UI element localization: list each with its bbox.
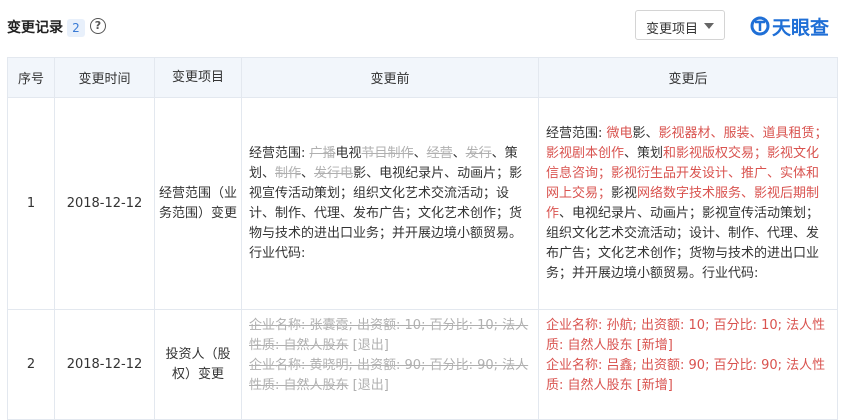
column-header-time: 变更时间 (54, 57, 155, 98)
unchanged-text: 、策划 (624, 145, 664, 161)
added-text: 企业名称: 吕鑫; 出资额: 90; 百分比: 90; 法人性质: 自然人股东 … (546, 358, 826, 393)
unchanged-text: 、 (413, 145, 427, 161)
unchanged-text: 影视 (611, 185, 638, 201)
row-item: 经营范围（业务范围）变更 (154, 97, 242, 310)
removed-text: 制作 (275, 165, 302, 181)
row-item-text: 投资人（股权）变更 (165, 346, 231, 382)
section-title: 变更记录 (7, 20, 63, 36)
after-content: 经营范围: 微电影、影视器材、服装、道具租赁；影视剧本创作、策划和影视版权交易；… (539, 118, 837, 290)
row-seq: 1 (7, 97, 55, 310)
column-header-before: 变更前 (241, 57, 539, 98)
unchanged-text: 电视 (335, 145, 362, 161)
after-content: 企业名称: 孙航; 出资额: 10; 百分比: 10; 法人性质: 自然人股东 … (539, 310, 837, 402)
removed-text: 节目制作 (361, 145, 414, 161)
unchanged-text: 经营范围: (546, 125, 607, 141)
row-after: 企业名称: 孙航; 出资额: 10; 百分比: 10; 法人性质: 自然人股东 … (538, 309, 838, 420)
column-header-seq: 序号 (7, 57, 55, 98)
removed-text: 经营 (426, 145, 453, 161)
removed-text: [退出] (348, 338, 389, 353)
change-records-table: 序号 变更时间 变更项目 变更前 变更后 1 2018-12-12 经营范围（业… (7, 57, 838, 420)
row-time: 2018-12-12 (54, 97, 155, 310)
unchanged-text: 影、 (632, 125, 659, 141)
removed-text: [退出] (348, 378, 389, 393)
unchanged-text: 、 (452, 145, 466, 161)
before-content: 企业名称: 张囊霞; 出资额: 10; 百分比: 10; 法人性质: 自然人股东… (242, 310, 538, 402)
section-header: 变更记录 2 ? 变更项目 天眼查 (0, 0, 863, 56)
removed-text: 发行电 (314, 165, 354, 181)
logo-text: 天眼查 (772, 16, 830, 39)
row-seq: 2 (7, 309, 55, 420)
row-after: 经营范围: 微电影、影视器材、服装、道具租赁；影视剧本创作、策划和影视版权交易；… (538, 97, 838, 310)
added-text: 微电 (606, 125, 633, 141)
before-content: 经营范围: 广播电视节目制作、经营、发行、策划、制作、发行电影、电视纪录片、动画… (242, 138, 538, 270)
dropdown-label: 变更项目 (646, 22, 699, 37)
table-row: 2 2018-12-12 投资人（股权）变更 企业名称: 张囊霞; 出资额: 1… (7, 309, 838, 420)
count-badge: 2 (67, 19, 85, 37)
row-before: 经营范围: 广播电视节目制作、经营、发行、策划、制作、发行电影、电视纪录片、动画… (241, 97, 539, 310)
column-header-after: 变更后 (538, 57, 838, 98)
row-before: 企业名称: 张囊霞; 出资额: 10; 百分比: 10; 法人性质: 自然人股东… (241, 309, 539, 420)
table-header-row: 序号 变更时间 变更项目 变更前 变更后 (7, 57, 838, 98)
logo-mark-icon (750, 16, 770, 36)
row-item: 投资人（股权）变更 (154, 309, 242, 420)
change-item-filter-dropdown[interactable]: 变更项目 (635, 10, 725, 40)
chevron-down-icon (704, 23, 714, 29)
row-item-text: 经营范围（业务范围）变更 (159, 185, 238, 221)
removed-text: 广播 (309, 145, 336, 161)
tianyancha-logo: 天眼查 (750, 12, 829, 40)
unchanged-text: 、 (301, 165, 315, 181)
table-row: 1 2018-12-12 经营范围（业务范围）变更 经营范围: 广播电视节目制作… (7, 97, 838, 310)
column-header-item: 变更项目 (154, 57, 242, 98)
help-icon[interactable]: ? (90, 18, 106, 34)
row-time: 2018-12-12 (54, 309, 155, 420)
unchanged-text: 、电视纪录片、动画片；影视宣传活动策划；组织文化艺术交流活动；设计、制作、代理、… (546, 205, 820, 281)
added-text: 企业名称: 孙航; 出资额: 10; 百分比: 10; 法人性质: 自然人股东 … (546, 318, 826, 353)
removed-text: 发行 (465, 145, 492, 161)
unchanged-text: 经营范围: (249, 145, 310, 161)
